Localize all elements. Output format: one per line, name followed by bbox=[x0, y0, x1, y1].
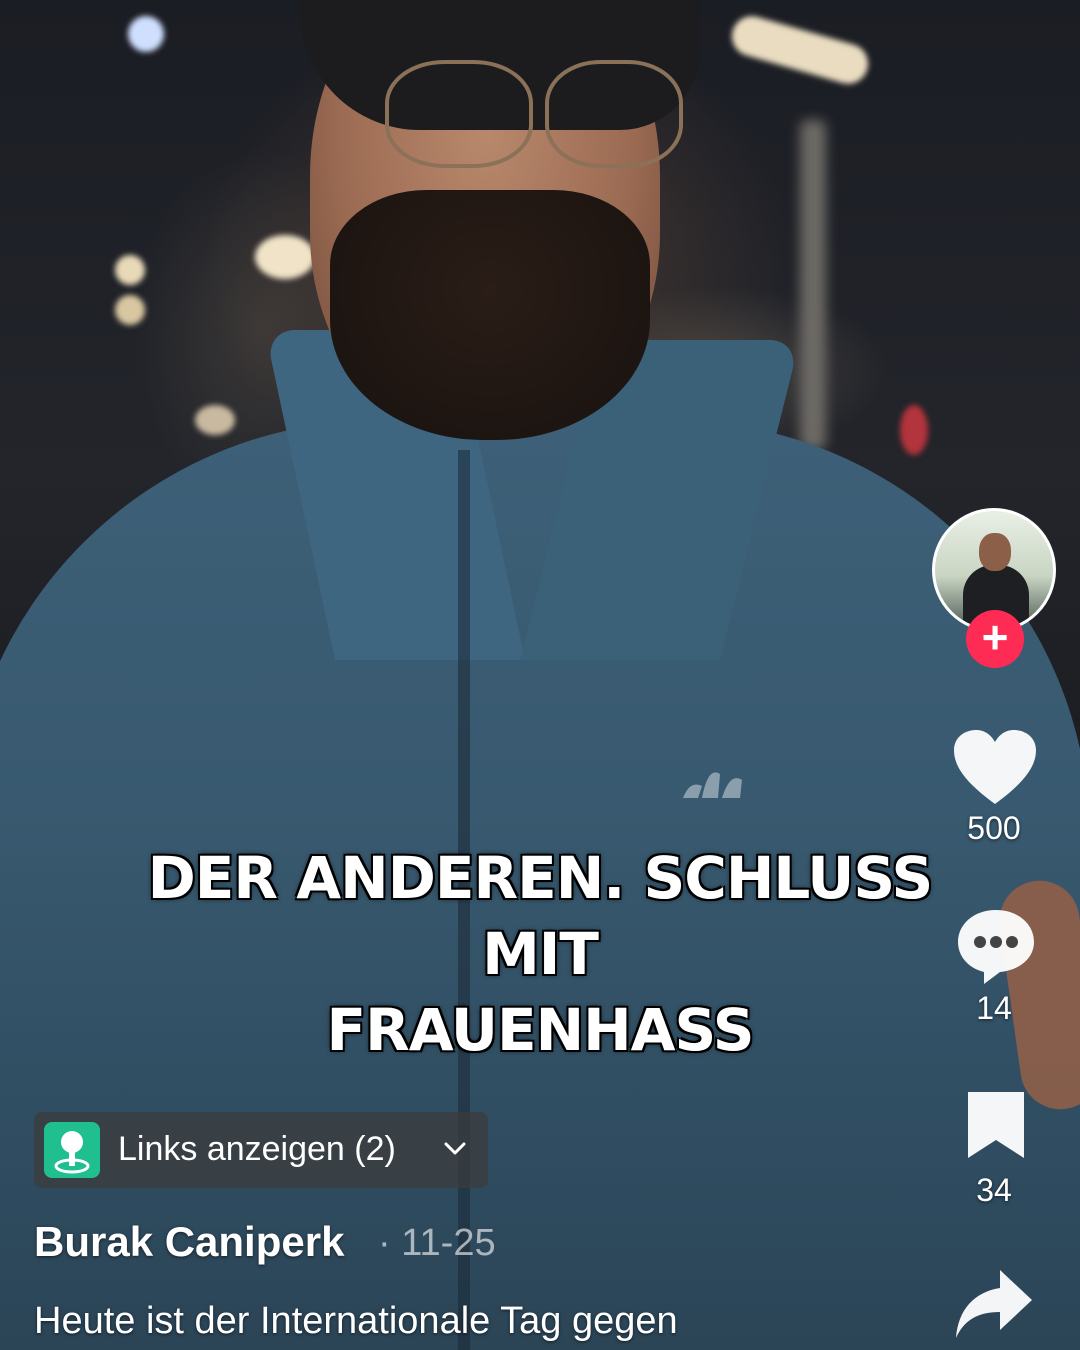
background-light bbox=[115, 295, 145, 325]
glasses bbox=[545, 60, 683, 168]
comment-bubble-icon[interactable] bbox=[954, 906, 1038, 986]
background-light bbox=[900, 405, 928, 455]
heart-icon[interactable] bbox=[952, 728, 1038, 806]
glasses bbox=[385, 60, 533, 168]
caption-line: FRAUENHASS bbox=[326, 996, 754, 1064]
link-pin-icon bbox=[44, 1122, 100, 1178]
video-caption: DER ANDEREN. SCHLUSS MIT FRAUENHASS bbox=[100, 840, 980, 1068]
share-arrow-icon[interactable] bbox=[954, 1266, 1034, 1342]
like-count: 500 bbox=[967, 810, 1021, 846]
background-light bbox=[800, 120, 826, 450]
background-light bbox=[195, 405, 235, 435]
video-description[interactable]: Heute ist der Internationale Tag gegen bbox=[34, 1300, 678, 1343]
bookmark-icon[interactable] bbox=[964, 1090, 1028, 1160]
person-beard bbox=[330, 190, 650, 440]
background-light bbox=[128, 16, 164, 52]
follow-plus-icon[interactable]: + bbox=[966, 610, 1024, 668]
caption-line: DER ANDEREN. SCHLUSS MIT bbox=[147, 844, 934, 988]
background-light bbox=[255, 235, 315, 279]
background-light bbox=[115, 255, 145, 285]
video-player[interactable]: DER ANDEREN. SCHLUSS MIT FRAUENHASS + 50… bbox=[0, 0, 1080, 1350]
trefoil-logo-icon bbox=[683, 772, 742, 798]
chevron-down-icon bbox=[444, 1142, 466, 1155]
background-light bbox=[727, 11, 873, 89]
post-date: · 11-25 bbox=[378, 1222, 496, 1264]
comment-count: 14 bbox=[976, 990, 1012, 1026]
bookmark-count: 34 bbox=[976, 1172, 1012, 1208]
avatar-figure bbox=[979, 533, 1011, 571]
links-button[interactable]: Links anzeigen (2) bbox=[34, 1112, 488, 1188]
links-label: Links anzeigen (2) bbox=[118, 1130, 396, 1168]
author-name[interactable]: Burak Caniperk bbox=[34, 1218, 344, 1266]
